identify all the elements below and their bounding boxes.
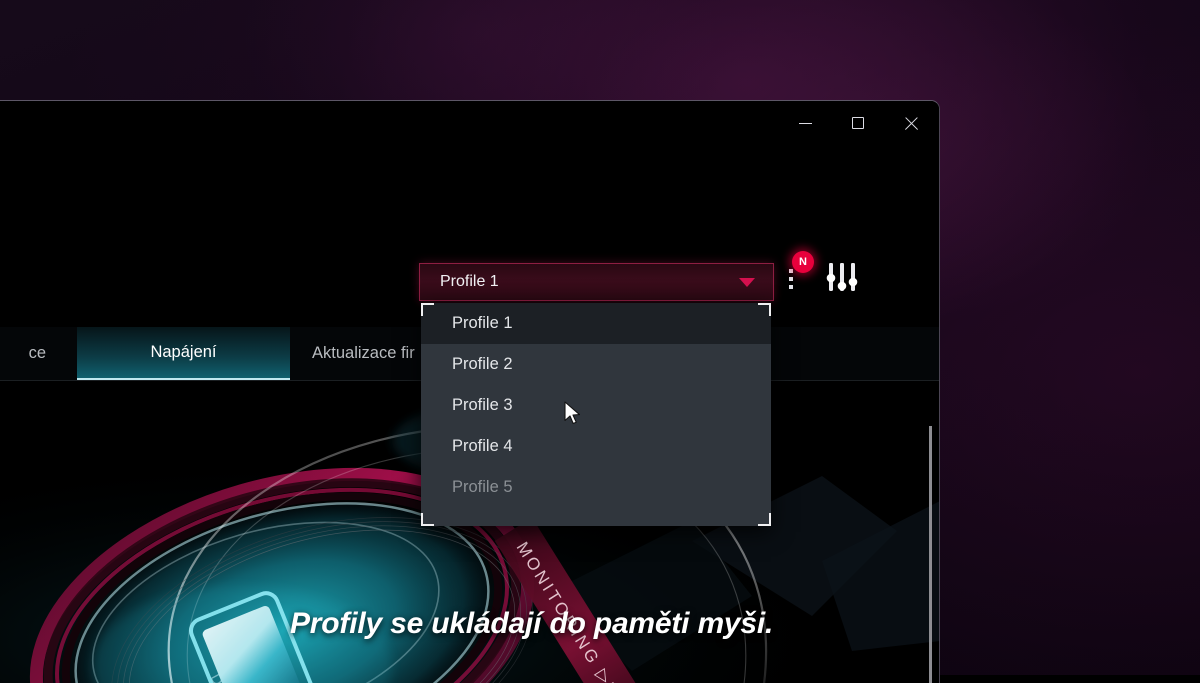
dropdown-corner-bracket-bottom-right	[758, 513, 771, 526]
dropdown-option-label: Profile 1	[452, 314, 513, 333]
dropdown-corner-bracket-top-right	[758, 303, 771, 316]
kebab-dot-icon	[789, 285, 793, 289]
tab-truncated-left[interactable]: ce	[0, 327, 56, 380]
hero-caption: Profily se ukládají do paměti myši.	[290, 589, 910, 659]
dropdown-option-label: Profile 2	[452, 355, 513, 374]
dropdown-option-label: Profile 5	[452, 478, 513, 497]
application-window: ce Napájení Aktualizace fir	[0, 100, 940, 683]
tab-label: Aktualizace fir	[312, 344, 415, 363]
notification-badge: N	[792, 251, 814, 273]
dropdown-option-profile-5: Profile 5	[421, 467, 771, 508]
kebab-dot-icon	[789, 269, 793, 273]
tab-label: Napájení	[150, 343, 216, 362]
profile-selector-combobox[interactable]: Profile 1	[419, 263, 774, 301]
dropdown-corner-bracket-top-left	[421, 303, 434, 316]
minimize-button[interactable]	[782, 101, 828, 145]
profile-dropdown-list[interactable]: Profile 1 Profile 2 Profile 3 Profile 4 …	[421, 303, 771, 526]
maximize-button[interactable]	[835, 101, 881, 145]
tab-napajeni[interactable]: Napájení	[77, 327, 290, 380]
dropdown-option-label: Profile 3	[452, 396, 513, 415]
vertical-scrollbar[interactable]	[929, 426, 932, 683]
maximize-icon	[852, 117, 864, 129]
chevron-down-icon	[739, 278, 755, 287]
kebab-dot-icon	[789, 277, 793, 281]
sliders-icon[interactable]	[824, 261, 860, 295]
dropdown-option-profile-1[interactable]: Profile 1	[421, 303, 771, 344]
scrollbar-thumb[interactable]	[929, 426, 932, 683]
tab-label: ce	[29, 344, 46, 363]
hero-caption-text: Profily se ukládají do paměti myši.	[290, 607, 773, 641]
close-icon	[904, 116, 919, 131]
window-titlebar	[0, 101, 940, 149]
notification-badge-label: N	[799, 256, 807, 268]
dropdown-corner-bracket-bottom-left	[421, 513, 434, 526]
dropdown-option-profile-3[interactable]: Profile 3	[421, 385, 771, 426]
profile-selector-value: Profile 1	[420, 273, 739, 291]
minimize-icon	[799, 123, 812, 124]
dropdown-option-label: Profile 4	[452, 437, 513, 456]
close-button[interactable]	[888, 101, 934, 145]
dropdown-option-profile-2[interactable]: Profile 2	[421, 344, 771, 385]
dropdown-option-profile-4[interactable]: Profile 4	[421, 426, 771, 467]
